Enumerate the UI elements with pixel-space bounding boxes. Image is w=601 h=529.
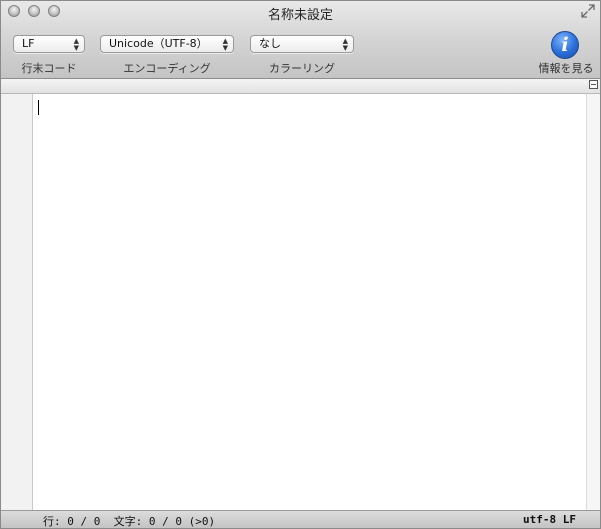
editor-header-strip	[1, 79, 600, 94]
line-number-gutter	[1, 94, 33, 510]
vertical-scrollbar[interactable]	[586, 94, 600, 510]
line-ending-value: LF	[22, 37, 35, 50]
split-view-icon[interactable]	[589, 80, 598, 89]
line-ending-label: 行末コード	[21, 62, 77, 75]
encoding-label: エンコーディング	[123, 62, 211, 75]
popup-arrows-icon: ▲ ▼	[73, 37, 79, 52]
toolbar: 名称未設定 LF ▲ ▼ 行末コード Unicode（UTF-8） ▲ ▼ エンコー…	[1, 1, 600, 79]
editor-window: 名称未設定 LF ▲ ▼ 行末コード Unicode（UTF-8） ▲ ▼ エンコー…	[0, 0, 601, 529]
text-caret	[38, 100, 39, 115]
popup-arrows-icon: ▲ ▼	[222, 37, 228, 52]
info-icon[interactable]: i	[551, 31, 579, 59]
encoding-status: utf-8 LF	[523, 513, 576, 526]
fullscreen-icon[interactable]	[581, 4, 595, 18]
coloring-popup[interactable]: なし ▲ ▼	[250, 35, 354, 53]
coloring-value: なし	[259, 37, 281, 50]
coloring-label: カラーリング	[269, 62, 335, 75]
encoding-popup[interactable]: Unicode（UTF-8） ▲ ▼	[100, 35, 234, 53]
text-editor-area[interactable]	[33, 94, 586, 510]
cursor-status: 行: 0 / 0 文字: 0 / 0 (>0)	[43, 515, 216, 528]
window-title: 名称未設定	[267, 8, 333, 23]
info-label: 情報を見る	[538, 62, 594, 75]
status-bar: 行: 0 / 0 文字: 0 / 0 (>0) utf-8 LF	[1, 510, 600, 528]
encoding-value: Unicode（UTF-8）	[109, 37, 208, 50]
line-ending-popup[interactable]: LF ▲ ▼	[13, 35, 85, 53]
popup-arrows-icon: ▲ ▼	[342, 37, 348, 52]
